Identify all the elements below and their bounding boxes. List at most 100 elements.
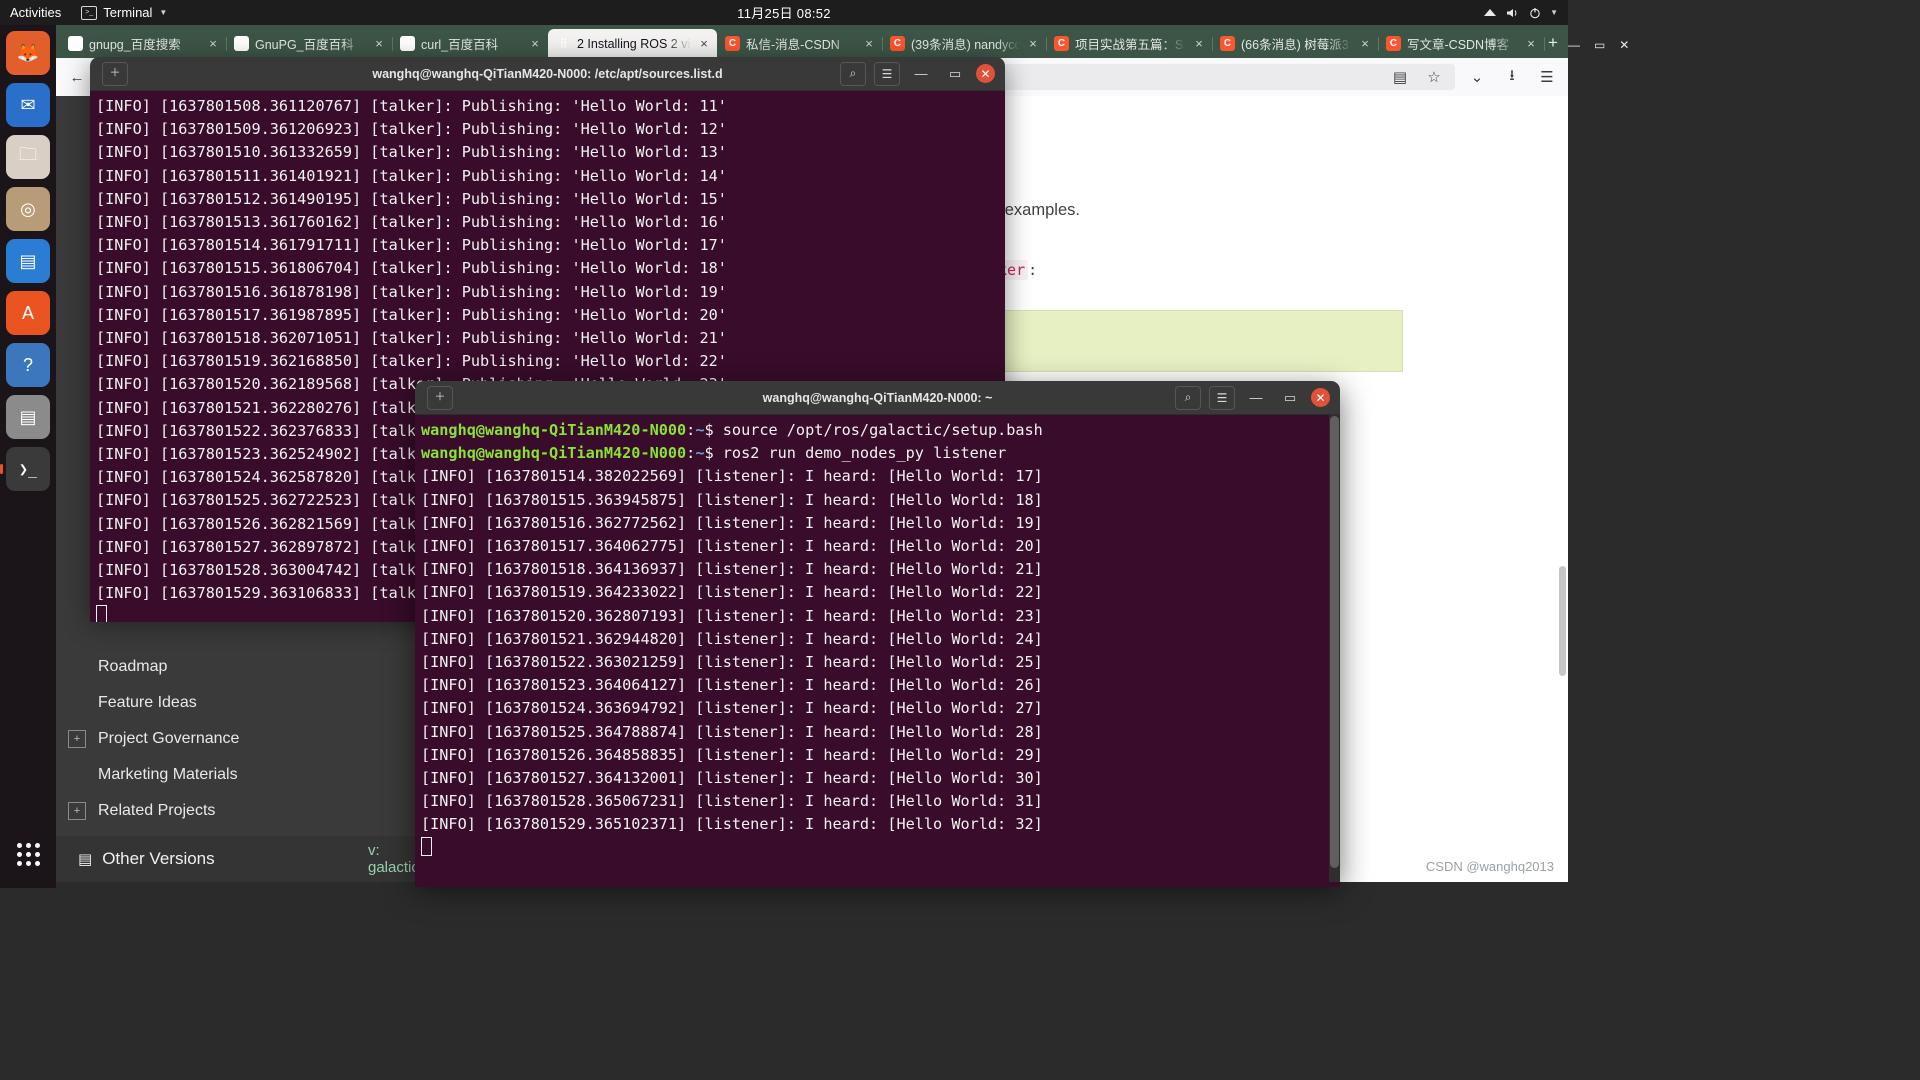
close-icon[interactable]: × xyxy=(1026,36,1040,51)
system-tray[interactable]: ▼ xyxy=(1483,7,1568,19)
network-icon xyxy=(1483,7,1497,19)
terminal-line: [INFO] [1637801513.361760162] [talker]: … xyxy=(96,213,727,232)
terminal-line: [INFO] [1637801514.361791711] [talker]: … xyxy=(96,236,727,255)
maximize-icon[interactable]: ▭ xyxy=(942,62,968,86)
chevron-down-icon: ▼ xyxy=(159,8,168,17)
terminal-line: [INFO] [1637801517.364062775] [listener]… xyxy=(421,537,1043,556)
terminal-line: [INFO] [1637801515.361806704] [talker]: … xyxy=(96,259,727,278)
close-icon[interactable]: × xyxy=(528,36,542,51)
browser-tab-label: 项目实战第五篇：S xyxy=(1075,38,1184,52)
terminal-command-line: wanghq@wanghq-QiTianM420-N000:~$ ros2 ru… xyxy=(421,444,1007,463)
terminal-line: [INFO] [1637801522.363021259] [listener]… xyxy=(421,653,1043,672)
csdn-icon: C xyxy=(890,36,905,51)
activities-button[interactable]: Activities xyxy=(0,5,73,20)
close-icon[interactable]: × xyxy=(206,36,220,51)
dock-item-ubuntu-software[interactable]: A xyxy=(6,291,50,335)
browser-tab-4[interactable]: C 私信-消息-CSDN × xyxy=(717,29,883,58)
csdn-icon: C xyxy=(1386,36,1401,51)
dock-item-help[interactable]: ? xyxy=(6,343,50,387)
close-icon[interactable]: ✕ xyxy=(976,64,995,83)
close-icon[interactable]: × xyxy=(1358,36,1372,51)
scrollbar-thumb[interactable] xyxy=(1330,416,1339,868)
terminal-window-front[interactable]: ＋ wanghq@wanghq-QiTianM420-N000: ~ ⌕ ☰ —… xyxy=(415,381,1340,887)
add-tab-icon[interactable]: ＋ xyxy=(102,61,128,86)
docs-sidebar-item-2[interactable]: + Project Governance xyxy=(56,721,446,757)
back-button[interactable]: ← xyxy=(64,64,90,90)
terminal-line: [INFO] [1637801518.362071051] [talker]: … xyxy=(96,329,727,348)
close-icon[interactable]: × xyxy=(1524,36,1538,51)
ubuntu-dock: 🦊 ✉ 🗀 ◎ ▤ A? ▤ ❯_ xyxy=(0,25,56,888)
firefox-maximize-button[interactable]: ▭ xyxy=(1594,38,1605,52)
terminal-line: [INFO] [1637801519.362168850] [talker]: … xyxy=(96,352,727,371)
browser-tab-7[interactable]: C (66条消息) 树莓派3 × xyxy=(1212,29,1379,58)
close-icon[interactable]: × xyxy=(372,36,386,51)
browser-tab-bar: 熊 gnupg_百度搜索 × 熊 GnuPG_百度百科 × 熊 curl_百度百科 × ⣿ 2 In… xyxy=(56,25,1629,58)
browser-tab-label: 2 Installing ROS 2 via xyxy=(577,36,691,51)
baidu-icon: 熊 xyxy=(68,36,83,51)
minimize-icon[interactable]: — xyxy=(908,62,934,86)
hamburger-icon[interactable]: ☰ xyxy=(1209,385,1235,410)
close-icon[interactable]: ✕ xyxy=(1311,388,1330,407)
search-icon[interactable]: ⌕ xyxy=(840,61,866,86)
expander-icon[interactable]: + xyxy=(68,730,86,748)
browser-tab-0[interactable]: 熊 gnupg_百度搜索 × xyxy=(60,29,227,58)
app-menu-button[interactable]: >_ Terminal ▼ xyxy=(73,5,175,20)
dock-item-terminal[interactable]: ❯_ xyxy=(0,447,50,491)
docs-sidebar-item-3[interactable]: +Marketing Materials xyxy=(56,757,446,793)
terminal-line: [INFO] [1637801511.361401921] [talker]: … xyxy=(96,166,727,185)
terminal-line: [INFO] [1637801528.365067231] [listener]… xyxy=(421,792,1043,811)
dock-item-text-editor[interactable]: ▤ xyxy=(6,395,50,439)
browser-tab-1[interactable]: 熊 GnuPG_百度百科 × xyxy=(226,29,393,58)
close-icon[interactable]: × xyxy=(697,36,711,51)
browser-tab-8[interactable]: C 写文章-CSDN博客 × xyxy=(1378,29,1545,58)
download-icon[interactable]: ⭳ xyxy=(1499,64,1525,90)
browser-tab-5[interactable]: C (39条消息) nandyco × xyxy=(882,29,1047,58)
browser-tab-label: (39条消息) nandyco xyxy=(911,38,1020,52)
new-tab-button[interactable]: + xyxy=(1548,30,1558,56)
docs-sidebar-item-label: Related Projects xyxy=(98,802,216,819)
maximize-icon[interactable]: ▭ xyxy=(1277,386,1303,410)
dock-item-thunderbird[interactable]: ✉ xyxy=(6,83,50,127)
clock[interactable]: 11月25日 08:52 xyxy=(0,3,1568,22)
dock-item-firefox[interactable]: 🦊 xyxy=(6,31,50,75)
browser-tab-label: gnupg_百度搜索 xyxy=(89,38,181,52)
terminal-line: [INFO] [1637801516.362772562] [listener]… xyxy=(421,513,1043,532)
close-icon[interactable]: × xyxy=(1192,36,1206,51)
show-applications-button[interactable] xyxy=(6,832,50,876)
star-icon[interactable]: ☆ xyxy=(1421,64,1447,90)
csdn-icon: C xyxy=(725,36,740,51)
pocket-icon[interactable]: ⌄ xyxy=(1464,64,1490,90)
docs-sidebar-item-0[interactable]: +Roadmap xyxy=(56,649,446,685)
hamburger-icon[interactable]: ☰ xyxy=(874,61,900,86)
firefox-close-button[interactable]: ✕ xyxy=(1619,38,1629,52)
terminal-line: [INFO] [1637801520.362807193] [listener]… xyxy=(421,606,1043,625)
add-tab-icon[interactable]: ＋ xyxy=(427,385,453,410)
browser-tab-label: 写文章-CSDN博客 xyxy=(1407,38,1510,52)
dock-item-libreoffice-writer[interactable]: ▤ xyxy=(6,239,50,283)
browser-tab-2[interactable]: 熊 curl_百度百科 × xyxy=(392,29,549,58)
terminal-scrollbar[interactable] xyxy=(1329,414,1340,882)
close-icon[interactable]: × xyxy=(862,36,876,51)
browser-tab-6[interactable]: C 项目实战第五篇：S × xyxy=(1046,29,1213,58)
terminal-line: [INFO] [1637801523.364064127] [listener]… xyxy=(421,676,1043,695)
browser-tab-3[interactable]: ⣿ 2 Installing ROS 2 via × xyxy=(548,29,717,58)
docs-sidebar-item-1[interactable]: +Feature Ideas xyxy=(56,685,446,721)
terminal-line: [INFO] [1637801518.364136937] [listener]… xyxy=(421,560,1043,579)
firefox-minimize-button[interactable]: — xyxy=(1568,38,1580,52)
reader-mode-icon[interactable]: ▤ xyxy=(1387,64,1413,90)
terminal-line: [INFO] [1637801529.365102371] [listener]… xyxy=(421,815,1043,834)
terminal-front-output[interactable]: wanghq@wanghq-QiTianM420-N000:~$ source … xyxy=(415,415,1340,887)
docs-sidebar-item-4[interactable]: + Related Projects xyxy=(56,793,446,829)
search-icon[interactable]: ⌕ xyxy=(1175,385,1201,410)
terminal-line: [INFO] [1637801515.363945875] [listener]… xyxy=(421,490,1043,509)
minimize-icon[interactable]: — xyxy=(1243,386,1269,410)
expander-icon[interactable]: + xyxy=(68,802,86,820)
dock-item-rhythmbox[interactable]: ◎ xyxy=(6,187,50,231)
book-icon: ▤ xyxy=(78,851,93,868)
csdn-watermark: CSDN @wanghq2013 xyxy=(1425,859,1554,874)
terminal-line: [INFO] [1637801526.364858835] [listener]… xyxy=(421,745,1043,764)
page-scrollbar[interactable] xyxy=(1559,566,1566,676)
csdn-icon: C xyxy=(1220,36,1235,51)
hamburger-icon[interactable]: ☰ xyxy=(1534,64,1560,90)
dock-item-files[interactable]: 🗀 xyxy=(6,135,50,179)
